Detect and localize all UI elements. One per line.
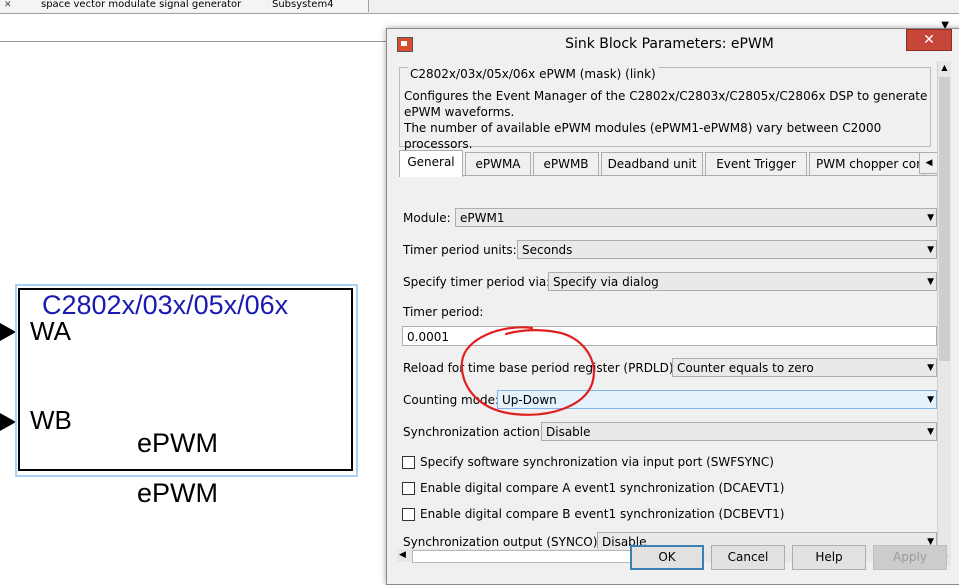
- module-value: ePWM1: [460, 211, 505, 225]
- spec-via-label: Specify timer period via:: [403, 275, 551, 289]
- swfsync-checkbox[interactable]: [402, 456, 415, 469]
- counting-mode-value: Up-Down: [502, 393, 557, 407]
- description-line: ePWM waveforms.: [404, 105, 515, 119]
- sync-action-label: Synchronization action:: [403, 425, 544, 439]
- dialog-title: Sink Block Parameters: ePWM: [565, 36, 774, 52]
- chevron-down-icon: ▼: [927, 427, 934, 437]
- scroll-up-icon[interactable]: ▲: [938, 61, 951, 75]
- model-tab-bar: ✕ space vector modulate signal generator…: [0, 0, 959, 14]
- dcaevt1-checkbox[interactable]: [402, 482, 415, 495]
- timer-units-value: Seconds: [522, 243, 573, 257]
- chevron-down-icon: ▼: [927, 363, 934, 373]
- tab-epwmb[interactable]: ePWMB: [533, 152, 599, 175]
- cancel-button[interactable]: Cancel: [711, 545, 785, 570]
- tab-scroll-left-icon[interactable]: ◀: [919, 152, 937, 174]
- inport-arrow-icon: [0, 323, 16, 341]
- dialog-titlebar[interactable]: Sink Block Parameters: ePWM ✕: [387, 29, 959, 59]
- inport-label-wb: WB: [30, 405, 72, 435]
- tab-deadband-unit[interactable]: Deadband unit: [601, 152, 703, 175]
- dcaevt1-label: Enable digital compare A event1 synchron…: [420, 481, 785, 495]
- inport-arrow-icon: [0, 413, 16, 431]
- sync-action-select[interactable]: Disable ▼: [541, 422, 937, 441]
- sync-action-value: Disable: [546, 425, 591, 439]
- parameter-tabs: General ePWMA ePWMB Deadband unit Event …: [399, 150, 937, 177]
- hscroll-thumb[interactable]: [412, 550, 658, 563]
- module-label: Module:: [403, 211, 451, 225]
- model-tab-svm[interactable]: space vector modulate signal generator ✕: [31, 0, 272, 12]
- chevron-down-icon: ▼: [927, 395, 934, 405]
- inport-label-wa: WA: [30, 316, 71, 346]
- help-button[interactable]: Help: [792, 545, 866, 570]
- close-tab-icon[interactable]: ✕: [4, 0, 12, 10]
- vertical-scrollbar[interactable]: ▲ ▼: [937, 61, 951, 566]
- spec-via-select[interactable]: Specify via dialog ▼: [548, 272, 937, 291]
- tab-event-trigger[interactable]: Event Trigger: [705, 152, 807, 175]
- parameters-scroll-area: C2802x/03x/05x/06x ePWM (mask) (link) Co…: [397, 61, 937, 566]
- tab-pwm-chopper[interactable]: PWM chopper cor: [809, 152, 925, 175]
- block-name[interactable]: ePWM: [137, 478, 218, 509]
- dcbevt1-label: Enable digital compare B event1 synchron…: [420, 507, 785, 521]
- group-title: C2802x/03x/05x/06x ePWM (mask) (link): [408, 67, 658, 81]
- ok-button[interactable]: OK: [630, 545, 704, 570]
- scroll-thumb[interactable]: [939, 77, 950, 361]
- apply-button[interactable]: Apply: [873, 545, 947, 570]
- mask-description: Configures the Event Manager of the C280…: [404, 88, 932, 152]
- chevron-down-icon: ▼: [927, 277, 934, 287]
- counting-mode-select[interactable]: Up-Down ▼: [497, 390, 937, 409]
- counting-mode-label: Counting mode:: [403, 393, 500, 407]
- block-parameters-dialog: Sink Block Parameters: ePWM ✕ C2802x/03x…: [386, 28, 959, 585]
- swfsync-label: Specify software synchronization via inp…: [420, 455, 774, 469]
- description-line: The number of available ePWM modules (eP…: [404, 121, 882, 151]
- chevron-down-icon: ▼: [927, 245, 934, 255]
- block-inner-name: ePWM: [137, 428, 218, 458]
- description-line: Configures the Event Manager of the C280…: [404, 89, 928, 103]
- model-tab-subsystem4[interactable]: Subsystem4: [268, 0, 369, 12]
- scroll-left-icon[interactable]: ◀: [399, 549, 406, 562]
- module-select[interactable]: ePWM1 ▼: [455, 208, 937, 227]
- spec-via-value: Specify via dialog: [553, 275, 659, 289]
- sync-output-label: Synchronization output (SYNCO):: [403, 535, 602, 549]
- chevron-down-icon: ▼: [927, 213, 934, 223]
- dcbevt1-checkbox[interactable]: [402, 508, 415, 521]
- timer-units-label: Timer period units:: [403, 243, 517, 257]
- model-tab-label: space vector modulate signal generator: [41, 0, 242, 10]
- model-tab-label: Subsystem4: [272, 0, 334, 10]
- model-tab-partial[interactable]: ✕: [0, 0, 35, 12]
- timer-period-input[interactable]: 0.0001: [402, 326, 937, 346]
- timer-units-select[interactable]: Seconds ▼: [517, 240, 937, 259]
- tab-epwma[interactable]: ePWMA: [465, 152, 531, 175]
- block-title: C2802x/03x/05x/06x: [42, 290, 289, 320]
- reload-select[interactable]: Counter equals to zero ▼: [672, 358, 937, 377]
- reload-value: Counter equals to zero: [677, 361, 814, 375]
- tab-general[interactable]: General: [399, 150, 463, 177]
- close-button[interactable]: ✕: [906, 29, 952, 51]
- timer-period-label: Timer period:: [403, 305, 484, 319]
- reload-label: Reload for time base period register (PR…: [403, 361, 678, 375]
